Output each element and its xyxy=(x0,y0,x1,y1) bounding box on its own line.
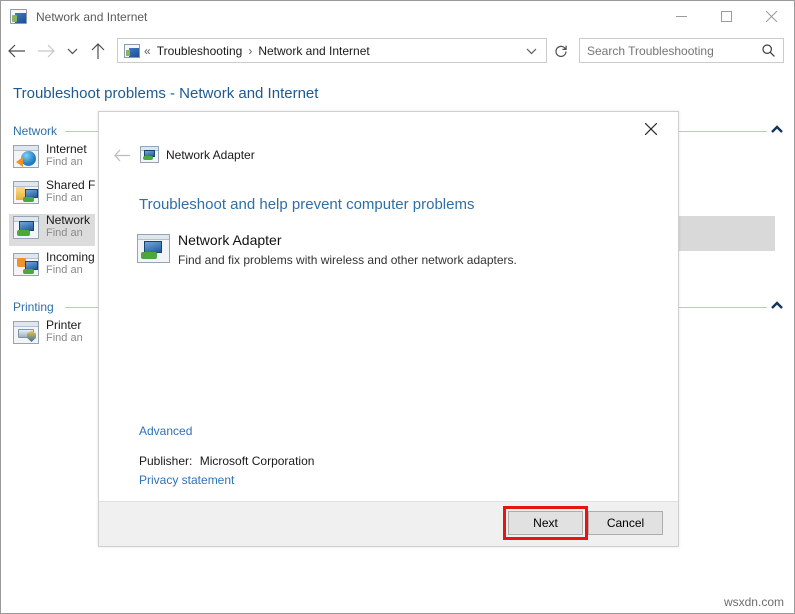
troubleshooter-item-description: Find and fix problems with wireless and … xyxy=(178,253,517,267)
cancel-button[interactable]: Cancel xyxy=(588,511,663,535)
address-bar[interactable]: « Troubleshooting › Network and Internet xyxy=(117,38,547,63)
tile-network-adapter[interactable]: Network Find an xyxy=(9,214,95,246)
publisher-label: Publisher: xyxy=(139,454,192,468)
section-collapse-chevron-up-icon-printing[interactable] xyxy=(771,299,783,313)
recent-locations-chevron-down-icon[interactable] xyxy=(61,36,83,66)
tile-title: Internet xyxy=(46,143,87,156)
search-input[interactable] xyxy=(580,43,754,59)
section-heading-network: Network xyxy=(13,124,57,138)
tile-subtitle: Find an xyxy=(46,156,87,169)
tile-subtitle: Find an xyxy=(46,264,95,277)
control-panel-icon xyxy=(10,9,27,24)
tile-title: Printer xyxy=(46,319,83,332)
next-button[interactable]: Next xyxy=(508,511,583,535)
window-controls xyxy=(659,1,794,32)
section-heading-printing: Printing xyxy=(13,300,54,314)
printer-icon xyxy=(13,321,39,344)
publisher-line: Publisher: Microsoft Corporation xyxy=(139,454,314,468)
dialog-heading: Troubleshoot and help prevent computer p… xyxy=(139,196,474,213)
watermark: wsxdn.com xyxy=(724,595,784,609)
tile-title: Shared F xyxy=(46,179,95,192)
refresh-icon[interactable] xyxy=(547,38,575,63)
dialog-close-icon[interactable] xyxy=(640,118,662,140)
internet-connections-icon xyxy=(13,145,39,168)
troubleshooter-item-title: Network Adapter xyxy=(178,232,282,248)
title-bar: Network and Internet xyxy=(1,1,794,32)
dialog-header-network-adapter-icon xyxy=(140,146,159,163)
section-collapse-chevron-up-icon-network[interactable] xyxy=(771,123,783,137)
dialog-back-arrow-icon[interactable] xyxy=(111,144,133,166)
page-title: Troubleshoot problems - Network and Inte… xyxy=(13,85,318,102)
tile-printer[interactable]: Printer Find an xyxy=(13,319,83,345)
troubleshooter-dialog: Network Adapter Troubleshoot and help pr… xyxy=(98,111,679,547)
address-control-panel-icon xyxy=(124,44,140,58)
window-title: Network and Internet xyxy=(36,10,147,24)
up-arrow-icon[interactable] xyxy=(83,36,113,66)
tile-incoming-connections[interactable]: Incoming Find an xyxy=(13,251,95,277)
breadcrumb-separator: › xyxy=(244,44,256,58)
tile-internet-connections[interactable]: Internet Find an xyxy=(13,143,87,169)
minimize-button[interactable] xyxy=(659,1,704,32)
navigation-bar: « Troubleshooting › Network and Internet xyxy=(1,32,794,69)
tile-title: Network xyxy=(46,214,90,227)
search-box[interactable] xyxy=(579,38,784,63)
network-adapter-icon xyxy=(13,216,39,239)
tile-subtitle: Find an xyxy=(46,332,83,345)
privacy-statement-link[interactable]: Privacy statement xyxy=(139,473,234,487)
breadcrumb-overflow[interactable]: « xyxy=(140,44,155,58)
back-arrow-icon[interactable] xyxy=(1,36,31,66)
incoming-connections-icon xyxy=(13,253,39,276)
explorer-window: Network and Internet « xyxy=(0,0,795,614)
tile-title: Incoming xyxy=(46,251,95,264)
address-dropdown-chevron-down-icon[interactable] xyxy=(517,47,546,55)
breadcrumb-item-troubleshooting[interactable]: Troubleshooting xyxy=(155,44,245,58)
breadcrumb-item-network-and-internet[interactable]: Network and Internet xyxy=(256,44,371,58)
tile-subtitle: Find an xyxy=(46,192,95,205)
tile-subtitle: Find an xyxy=(46,227,90,240)
troubleshooter-item-network-adapter-icon xyxy=(137,234,170,263)
background-placeholder-block xyxy=(668,216,775,251)
shared-folders-icon xyxy=(13,181,39,204)
tile-shared-folders[interactable]: Shared F Find an xyxy=(13,179,95,205)
publisher-value: Microsoft Corporation xyxy=(196,454,315,468)
close-button[interactable] xyxy=(749,1,794,32)
dialog-footer: Next Cancel xyxy=(99,501,678,546)
maximize-button[interactable] xyxy=(704,1,749,32)
advanced-link[interactable]: Advanced xyxy=(139,424,192,438)
dialog-header-title: Network Adapter xyxy=(166,148,255,162)
forward-arrow-icon[interactable] xyxy=(31,36,61,66)
search-icon[interactable] xyxy=(754,44,783,57)
